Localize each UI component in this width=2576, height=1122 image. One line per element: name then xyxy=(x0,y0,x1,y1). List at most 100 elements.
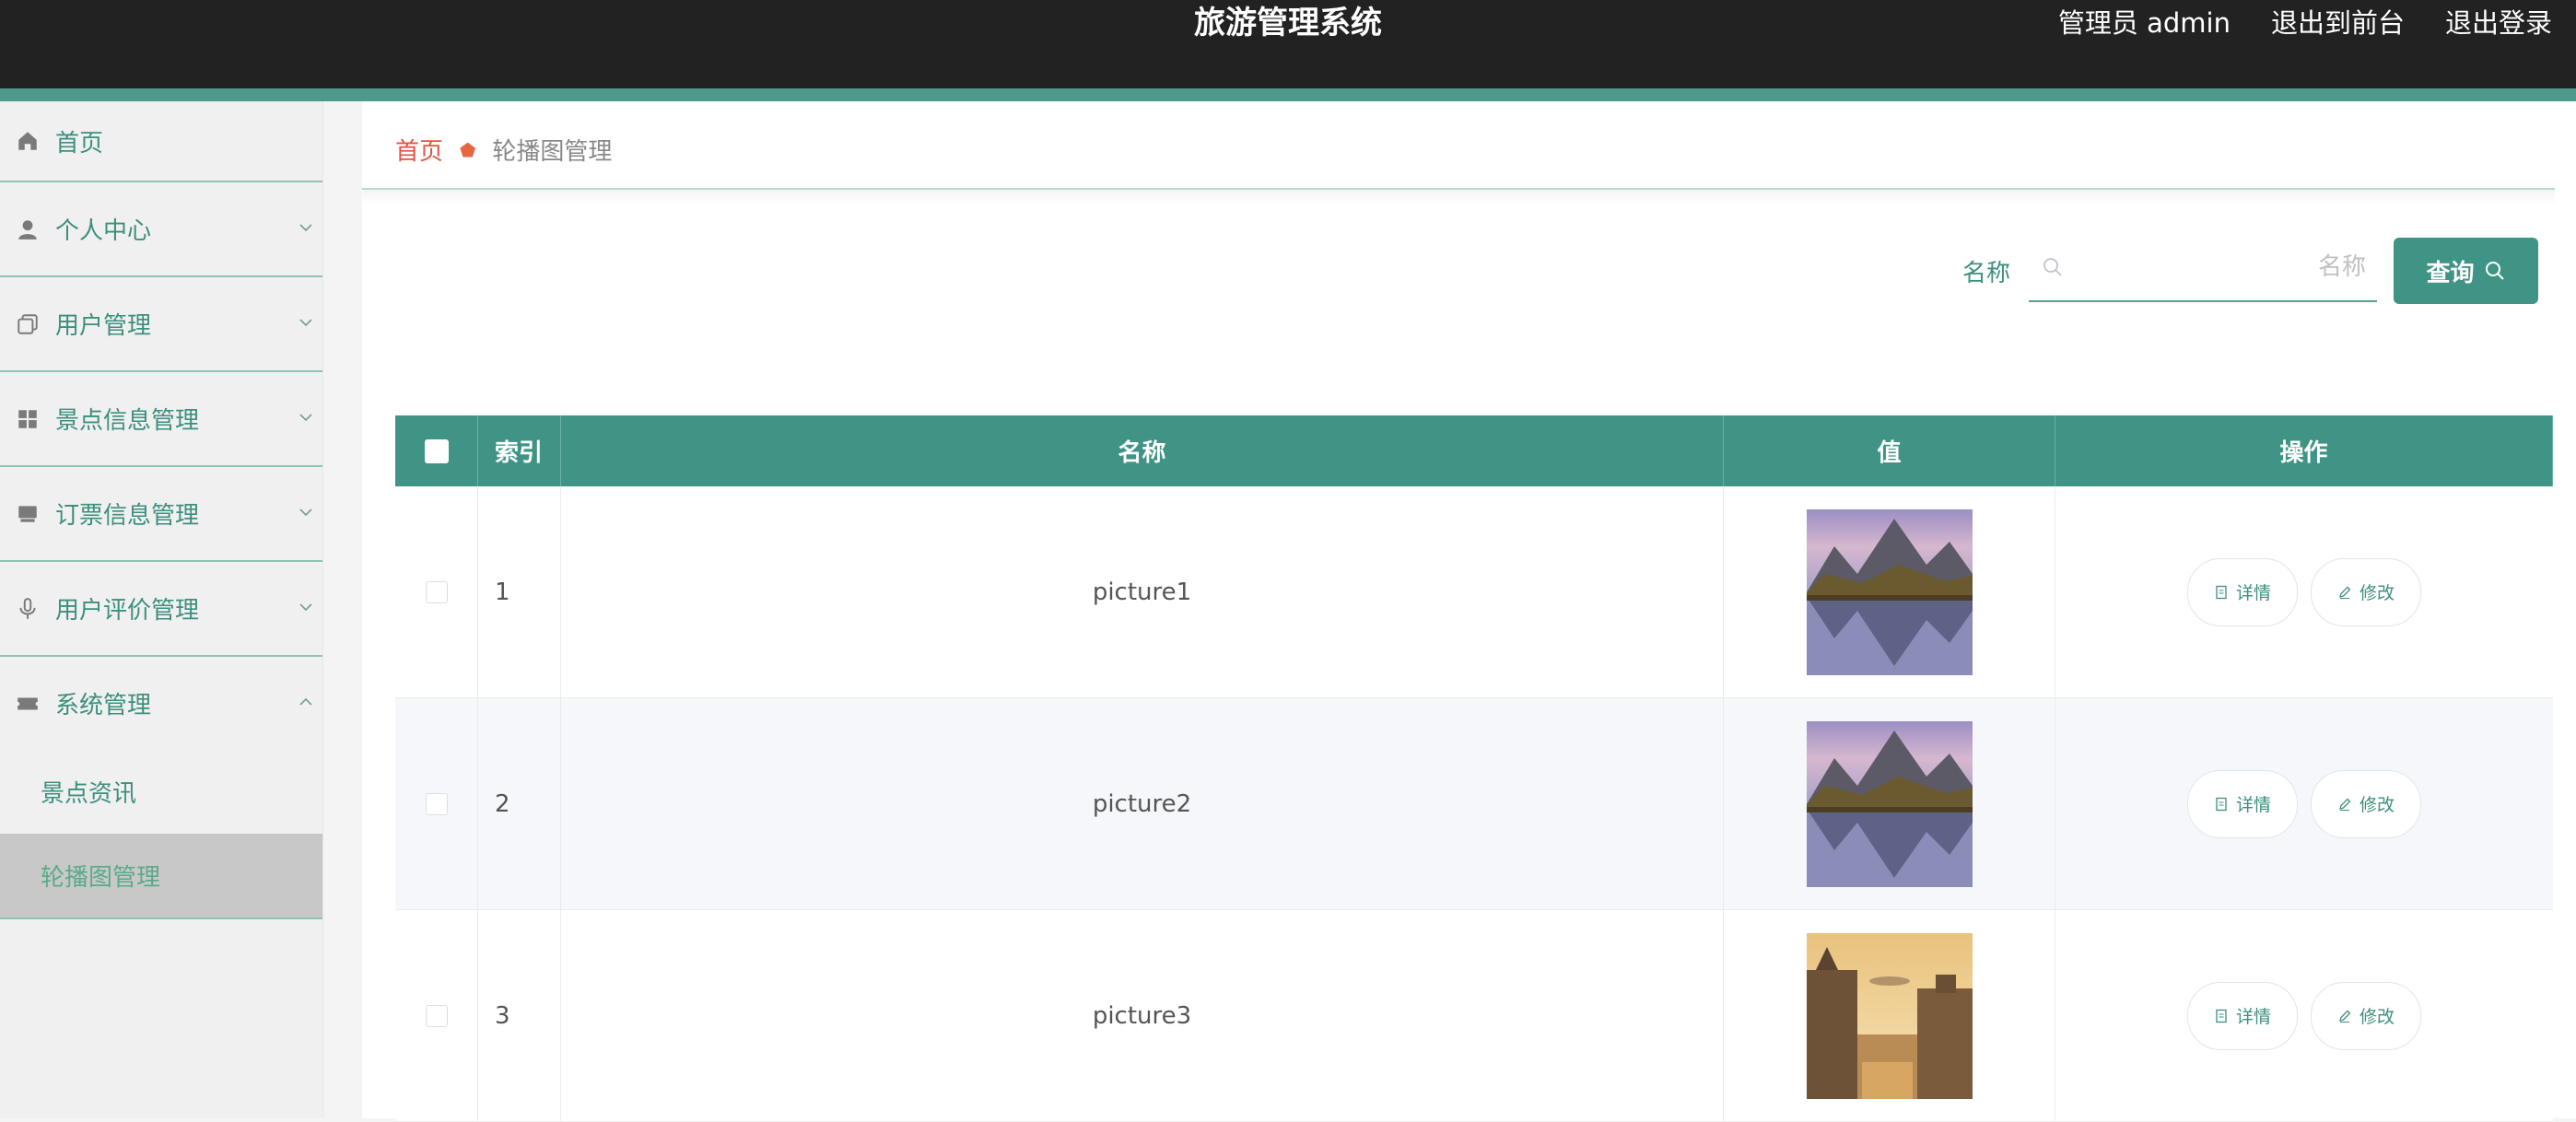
chevron-up-icon xyxy=(297,690,315,718)
row-checkbox[interactable] xyxy=(425,792,448,815)
row-index: 2 xyxy=(478,698,561,909)
chevron-down-icon xyxy=(297,310,315,338)
monitor-icon xyxy=(0,502,55,526)
row-index: 3 xyxy=(478,910,561,1121)
row-checkbox[interactable] xyxy=(425,1004,448,1027)
edit-label: 修改 xyxy=(2359,1007,2395,1027)
edit-label: 修改 xyxy=(2359,795,2395,815)
row-select xyxy=(395,486,478,697)
table-row: 1 picture1 详情 修改 xyxy=(395,486,2553,698)
row-actions: 详情 修改 xyxy=(2055,698,2553,909)
table-row: 3 picture3 详情 修改 xyxy=(395,910,2553,1122)
header-value: 值 xyxy=(1724,415,2055,486)
search-icon xyxy=(2485,262,2504,280)
sidebar-subitem-label: 景点资讯 xyxy=(41,780,137,808)
sidebar-item-review-management[interactable]: 用户评价管理 xyxy=(0,562,322,657)
detail-button[interactable]: 详情 xyxy=(2186,769,2298,838)
edit-button[interactable]: 修改 xyxy=(2311,557,2422,626)
sidebar-item-label: 系统管理 xyxy=(55,692,152,719)
sidebar-item-label: 首页 xyxy=(55,129,104,158)
row-checkbox[interactable] xyxy=(425,580,448,603)
sidebar-item-label: 订票信息管理 xyxy=(55,502,200,530)
to-front-link[interactable]: 退出到前台 xyxy=(2271,0,2405,46)
row-actions: 详情 修改 xyxy=(2055,910,2553,1121)
sidebar-item-label: 用户评价管理 xyxy=(55,597,200,625)
breadcrumb-current: 轮播图管理 xyxy=(492,138,613,166)
row-name: picture1 xyxy=(561,486,1724,697)
sidebar-item-label: 景点信息管理 xyxy=(55,407,200,435)
sidebar-item-attraction-management[interactable]: 景点信息管理 xyxy=(0,372,322,467)
sidebar-item-system-management[interactable]: 系统管理 xyxy=(0,657,322,750)
edit-label: 修改 xyxy=(2359,583,2395,603)
edit-button[interactable]: 修改 xyxy=(2311,769,2422,838)
row-name: picture2 xyxy=(561,698,1724,909)
grid-icon xyxy=(0,407,55,431)
row-select xyxy=(395,698,478,909)
document-icon xyxy=(2216,797,2227,811)
header-actions: 操作 xyxy=(2055,415,2553,486)
mountain-lake-image[interactable] xyxy=(1806,720,1973,887)
top-links: 管理员 admin 退出到前台 退出登录 xyxy=(2058,0,2552,46)
row-select xyxy=(395,910,478,1121)
sidebar-item-ticket-management[interactable]: 订票信息管理 xyxy=(0,467,322,562)
header-index: 索引 xyxy=(478,415,561,486)
search-field xyxy=(2029,234,2377,302)
chevron-down-icon xyxy=(297,500,315,528)
sidebar-item-label: 用户管理 xyxy=(55,312,152,340)
detail-button[interactable]: 详情 xyxy=(2186,557,2298,626)
header-name: 名称 xyxy=(561,415,1724,486)
row-value xyxy=(1724,698,2055,909)
canal-town-image[interactable] xyxy=(1806,932,1973,1099)
sidebar-item-user-management[interactable]: 用户管理 xyxy=(0,277,322,372)
row-name: picture3 xyxy=(561,910,1724,1121)
edit-pencil-icon xyxy=(2339,586,2351,599)
breadcrumb-shadow xyxy=(362,190,2555,205)
document-icon xyxy=(2216,1009,2227,1023)
sidebar: 首页 个人中心 用户管理 景点信息管理 订票信息管理 用户评价管理 系统管理 景… xyxy=(0,101,323,1118)
sidebar-subitem-attraction-news[interactable]: 景点资讯 xyxy=(0,750,322,834)
breadcrumb-home[interactable]: 首页 xyxy=(395,133,443,167)
detail-label: 详情 xyxy=(2235,795,2271,815)
microphone-icon xyxy=(0,597,55,621)
top-header: 旅游管理系统 管理员 admin 退出到前台 退出登录 xyxy=(0,0,2576,88)
sidebar-item-label: 个人中心 xyxy=(55,217,152,245)
copy-icon xyxy=(0,312,55,336)
edit-button[interactable]: 修改 xyxy=(2311,981,2422,1050)
breadcrumb-separator-icon: ⬟ xyxy=(460,138,476,161)
table-header: 索引 名称 值 操作 xyxy=(395,415,2553,486)
detail-button[interactable]: 详情 xyxy=(2186,981,2298,1050)
chevron-down-icon xyxy=(297,595,315,623)
ticket-icon xyxy=(0,692,55,716)
query-button-label: 查询 xyxy=(2426,259,2475,287)
row-value xyxy=(1724,910,2055,1121)
main-content: 首页 ⬟ 轮播图管理 名称 查询 索引 名称 值 操作 1 picture1 xyxy=(362,101,2576,1122)
chevron-down-icon xyxy=(297,216,315,243)
search-label: 名称 xyxy=(1962,260,2011,287)
carousel-table: 索引 名称 值 操作 1 picture1 详情 修改 2 picture2 详… xyxy=(395,415,2553,1122)
mountain-lake-image[interactable] xyxy=(1806,508,1973,675)
breadcrumb: 首页 ⬟ 轮播图管理 xyxy=(395,133,612,167)
home-icon xyxy=(0,129,55,153)
table-row: 2 picture2 详情 修改 xyxy=(395,698,2553,910)
chevron-down-icon xyxy=(297,405,315,433)
query-button[interactable]: 查询 xyxy=(2394,238,2538,304)
edit-pencil-icon xyxy=(2339,798,2351,811)
detail-label: 详情 xyxy=(2235,583,2271,603)
row-actions: 详情 修改 xyxy=(2055,486,2553,697)
sidebar-item-home[interactable]: 首页 xyxy=(0,101,322,182)
sidebar-subitem-carousel-management[interactable]: 轮播图管理 xyxy=(0,834,322,919)
detail-label: 详情 xyxy=(2235,1007,2271,1027)
search-input[interactable] xyxy=(2073,234,2368,300)
header-accent-bar xyxy=(0,88,2576,101)
select-all-checkbox[interactable] xyxy=(424,438,449,463)
header-select-all xyxy=(395,415,478,486)
row-index: 1 xyxy=(478,486,561,697)
user-icon xyxy=(0,217,55,241)
sidebar-item-personal-center[interactable]: 个人中心 xyxy=(0,182,322,277)
logout-link[interactable]: 退出登录 xyxy=(2445,0,2552,46)
document-icon xyxy=(2216,585,2227,599)
sidebar-subitem-label: 轮播图管理 xyxy=(41,864,161,892)
admin-label: 管理员 admin xyxy=(2057,7,2231,39)
search-icon xyxy=(2043,258,2062,276)
row-value xyxy=(1724,486,2055,697)
